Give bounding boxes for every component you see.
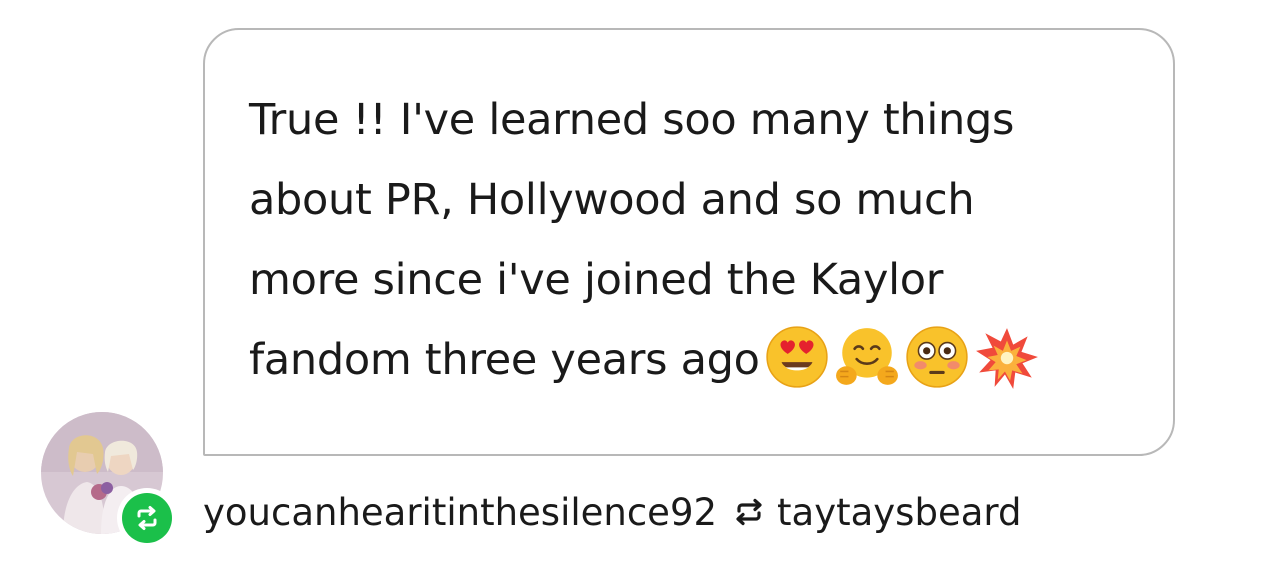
message-line-2: about PR, Hollywood and so much bbox=[249, 175, 975, 225]
reblog-badge-circle bbox=[122, 493, 172, 543]
message-text: True !! I've learned soo many things abo… bbox=[249, 80, 1149, 400]
post-message-card: True !! I've learned soo many things abo… bbox=[0, 0, 1280, 563]
heart-eyes-emoji bbox=[764, 324, 830, 390]
message-line-4-text: fandom three years ago bbox=[249, 335, 760, 385]
flushed-emoji bbox=[904, 324, 970, 390]
reblog-badge bbox=[117, 488, 177, 548]
post-byline: youcanhearitinthesilence92 taytaysbeard bbox=[203, 484, 1021, 540]
hugging-emoji bbox=[834, 324, 900, 390]
reblog-icon bbox=[733, 498, 765, 526]
source-username-link[interactable]: taytaysbeard bbox=[777, 491, 1021, 534]
message-line-1: True !! I've learned soo many things bbox=[249, 95, 1015, 145]
collision-emoji bbox=[974, 324, 1040, 390]
reblogger-username-link[interactable]: youcanhearitinthesilence92 bbox=[203, 491, 717, 534]
message-line-3: more since i've joined the Kaylor bbox=[249, 255, 944, 305]
reblog-icon bbox=[137, 506, 157, 530]
message-line-4: fandom three years ago bbox=[249, 320, 1149, 400]
message-bubble: True !! I've learned soo many things abo… bbox=[203, 28, 1175, 456]
